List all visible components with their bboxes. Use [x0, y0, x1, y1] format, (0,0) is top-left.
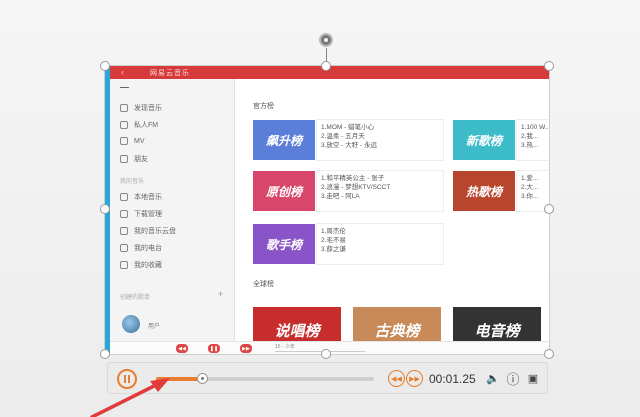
sidebar-item-station[interactable]: 我的电台 [120, 243, 162, 253]
sidebar-menu-icon[interactable] [120, 87, 129, 88]
radio-icon [120, 121, 128, 129]
back-icon[interactable]: ‹ [121, 67, 124, 77]
resize-handle-e[interactable] [544, 204, 554, 214]
section-playlists: 创建的歌单 [120, 295, 151, 301]
info-icon[interactable]: ⓘ [506, 371, 520, 387]
local-music-icon [120, 193, 128, 201]
chart-list-new[interactable]: 1.100 W... 2.我... 3.热... [517, 120, 549, 160]
sidebar-item-cloud[interactable]: 我的音乐云盘 [120, 226, 176, 236]
chart-cover-hot[interactable]: 热歌榜 [453, 171, 515, 211]
chart-cover-new[interactable]: 新歌榜 [453, 120, 515, 160]
add-playlist-button[interactable]: + [218, 289, 223, 299]
volume-icon[interactable]: 🔈 [486, 371, 500, 385]
chart-cover-original[interactable]: 原创榜 [253, 171, 315, 211]
music-icon [120, 104, 128, 112]
seek-progress [156, 377, 202, 381]
rewind-button[interactable]: ◀◀ [388, 370, 405, 387]
seek-bar[interactable] [156, 373, 374, 384]
seek-handle[interactable] [196, 373, 208, 384]
image-icon[interactable]: ▣ [526, 371, 540, 385]
mini-progress[interactable] [275, 351, 365, 352]
video-icon [120, 137, 128, 145]
chart-list-singer[interactable]: 1.周杰伦 2.毛不易 3.薛之谦 [317, 224, 443, 264]
rotate-handle[interactable] [319, 33, 333, 47]
sidebar-item-fm[interactable]: 私人FM [120, 120, 158, 130]
chart-cover-soaring[interactable]: 飙升榜 [253, 120, 315, 160]
resize-handle-n[interactable] [321, 61, 331, 71]
sidebar-item-download[interactable]: 下载管理 [120, 209, 162, 219]
cloud-icon [120, 227, 128, 235]
mini-pause-button[interactable]: ❚❚ [208, 344, 220, 353]
resize-handle-ne[interactable] [544, 61, 554, 71]
app-sidebar: 发现音乐 私人FM MV 朋友 我的音乐 本地音乐 下载管理 我的音乐云盘 我的… [110, 79, 235, 341]
chart-list-soaring[interactable]: 1.MOM - 蜡笔小心 2.温柔 - 五月天 3.放空 - 大籽 - 永远 [317, 120, 443, 160]
chart-list-original[interactable]: 1.和平精英公主 - 张子 2.浪漫 - 梦想KTV/SCCT 3.走吧 - 阿LA [317, 171, 443, 211]
friends-icon [120, 155, 128, 163]
selected-image[interactable]: ‹ 网易云音乐 发现音乐 私人FM MV 朋友 我的音乐 本地音乐 下载管理 我… [105, 66, 549, 354]
section-global-charts: 全球榜 [253, 281, 274, 288]
playback-time: 00:01.25 [429, 372, 476, 386]
resize-handle-s[interactable] [321, 349, 331, 359]
download-icon [120, 210, 128, 218]
avatar[interactable] [122, 315, 140, 333]
sidebar-item-collection[interactable]: 我的收藏 [120, 260, 162, 270]
sidebar-item-discover[interactable]: 发现音乐 [120, 103, 162, 113]
sidebar-item-friends[interactable]: 朋友 [120, 154, 148, 164]
forward-button[interactable]: ▶▶ [406, 370, 423, 387]
app-title: 网易云音乐 [150, 70, 190, 77]
user-name[interactable]: 用户 [148, 321, 160, 330]
sidebar-item-local[interactable]: 本地音乐 [120, 192, 162, 202]
sidebar-item-mv[interactable]: MV [120, 137, 145, 145]
pause-button[interactable] [117, 369, 137, 389]
mini-song-title: 16 - 少年 [275, 344, 296, 350]
media-controls: ◀◀ ▶▶ 00:01.25 🔈 ⓘ ▣ [107, 362, 548, 394]
collection-icon [120, 261, 128, 269]
charts-content: 官方榜 飙升榜 1.MOM - 蜡笔小心 2.温柔 - 五月天 3.放空 - 大籽 … [235, 79, 549, 354]
section-official-charts: 官方榜 [253, 103, 274, 110]
section-my-music: 我的音乐 [120, 179, 145, 185]
resize-handle-sw[interactable] [100, 349, 110, 359]
resize-handle-nw[interactable] [100, 61, 110, 71]
mini-prev-button[interactable]: ◀◀ [176, 344, 188, 353]
mini-next-button[interactable]: ▶▶ [240, 344, 252, 353]
resize-handle-se[interactable] [544, 349, 554, 359]
chart-cover-singer[interactable]: 歌手榜 [253, 224, 315, 264]
resize-handle-w[interactable] [100, 204, 110, 214]
radio-station-icon [120, 244, 128, 252]
